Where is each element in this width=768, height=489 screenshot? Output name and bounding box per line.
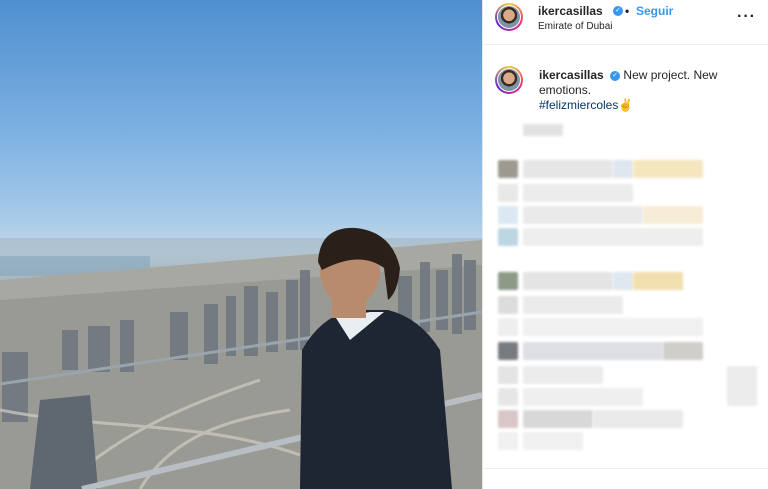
more-horizontal-icon[interactable]: ··· <box>737 8 756 26</box>
username-link[interactable]: ikercasillas <box>538 4 603 18</box>
caption-avatar[interactable] <box>495 66 523 94</box>
avatar-image <box>498 6 520 28</box>
dubai-skyline-photo <box>0 227 482 489</box>
location-link[interactable]: Emirate of Dubai <box>538 21 612 32</box>
avatar-frame <box>497 5 521 29</box>
caption-username[interactable]: ikercasillas <box>539 68 604 82</box>
verified-icon: ✓ <box>610 70 621 81</box>
caption-avatar-frame <box>497 68 521 92</box>
verified-icon: ✓ <box>613 6 623 16</box>
post-sidebar: ikercasillas ✓ • Seguir Emirate of Dubai… <box>482 0 768 489</box>
divider <box>483 468 768 469</box>
caption-avatar-image <box>498 69 520 91</box>
avatar[interactable] <box>495 3 523 31</box>
post-caption: ikercasillas ✓ New project. New emotions… <box>539 68 749 113</box>
instagram-post: ikercasillas ✓ • Seguir Emirate of Dubai… <box>0 0 768 489</box>
hashtag-link[interactable]: #felizmiercoles✌ <box>539 98 633 112</box>
separator-dot: • <box>625 4 630 18</box>
post-header: ikercasillas ✓ • Seguir Emirate of Dubai… <box>483 0 768 45</box>
post-photo[interactable] <box>0 0 482 489</box>
follow-button[interactable]: Seguir <box>636 4 673 18</box>
